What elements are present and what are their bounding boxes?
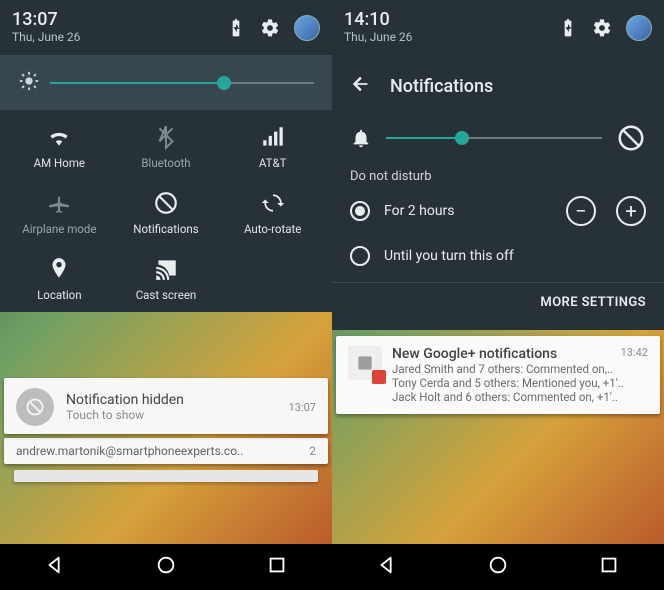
settings-icon[interactable] [592, 18, 612, 38]
nav-home-icon[interactable] [487, 554, 509, 580]
battery-charging-icon [226, 18, 246, 38]
qs-tile-label: Bluetooth [141, 156, 190, 170]
status-bar: 14:10 Thu, June 26 [332, 0, 664, 55]
dnd-option-row[interactable]: Until you turn this off [332, 236, 664, 276]
brightness-icon [18, 70, 40, 96]
screen-left: 13:07 Thu, June 26 AM HomeBluetoothAT&TA… [0, 0, 332, 590]
qs-tile-label: Auto-rotate [244, 222, 301, 236]
gplus-line: Jared Smith and 7 others: Commented on,.… [392, 362, 648, 376]
qs-tile-bt[interactable]: Bluetooth [113, 124, 220, 170]
dnd-option-label: Until you turn this off [384, 248, 514, 264]
loc-icon [46, 256, 72, 282]
cell-icon [260, 124, 286, 150]
nav-home-icon[interactable] [155, 554, 177, 580]
qs-tile-notif[interactable]: Notifications [113, 190, 220, 236]
qs-tile-loc[interactable]: Location [6, 256, 113, 302]
status-date: Thu, June 26 [12, 31, 80, 45]
status-date: Thu, June 26 [344, 31, 412, 45]
status-bar: 13:07 Thu, June 26 [0, 0, 332, 55]
gplus-line: Jack Holt and 6 others: Commented on, +1… [392, 390, 648, 404]
status-time: 13:07 [12, 10, 80, 31]
quick-settings-panel: AM Home Bluetooth AT&T Airplane mode Notific… [0, 110, 332, 312]
nav-recents-icon[interactable] [266, 554, 288, 580]
dnd-section-label: Do not disturb [332, 163, 664, 186]
brightness-row [0, 55, 332, 110]
gplus-title: New Google+ notifications [392, 346, 648, 362]
profile-avatar[interactable] [626, 15, 652, 41]
brightness-slider[interactable] [50, 72, 314, 94]
qs-tile-label: AM Home [34, 156, 85, 170]
email-peek-text: andrew.martonik@smartphoneexperts.co.. [16, 444, 243, 458]
hidden-subtitle: Touch to show [66, 408, 277, 422]
qs-tile-cell[interactable]: AT&T [219, 124, 326, 170]
nav-back-icon[interactable] [44, 554, 66, 580]
qs-tile-label: Location [37, 288, 82, 302]
bt-icon [153, 124, 179, 150]
battery-charging-icon [558, 18, 578, 38]
decrease-button[interactable]: − [566, 196, 596, 226]
notification-volume-slider[interactable] [386, 127, 602, 149]
qs-tile-label: Cast screen [136, 288, 197, 302]
email-peek-card[interactable]: andrew.martonik@smartphoneexperts.co.. 2 [4, 438, 328, 464]
blocked-icon [16, 388, 54, 426]
nav-recents-icon[interactable] [598, 554, 620, 580]
nav-bar [0, 544, 332, 590]
qs-tile-plane[interactable]: Airplane mode [6, 190, 113, 236]
profile-avatar[interactable] [294, 15, 320, 41]
nav-bar [332, 544, 664, 590]
settings-icon[interactable] [260, 18, 280, 38]
qs-tile-label: Notifications [133, 222, 198, 236]
hidden-time: 13:07 [289, 401, 316, 414]
stacked-card-hint [14, 470, 318, 482]
rotate-icon [260, 190, 286, 216]
wifi-icon [46, 124, 72, 150]
cast-icon [153, 256, 179, 282]
gplus-line: Tony Cerda and 5 others: Mentioned you, … [392, 376, 648, 390]
back-icon[interactable] [350, 73, 372, 99]
gplus-icon [348, 346, 382, 380]
notification-hidden-card[interactable]: Notification hidden Touch to show 13:07 [4, 378, 328, 434]
qs-tile-label: Airplane mode [22, 222, 96, 236]
more-settings-button[interactable]: MORE SETTINGS [332, 282, 664, 322]
qs-tile-wifi[interactable]: AM Home [6, 124, 113, 170]
hidden-title: Notification hidden [66, 392, 277, 408]
qs-tile-label: AT&T [259, 156, 287, 170]
dnd-option-label: For 2 hours [384, 203, 455, 219]
plane-icon [46, 190, 72, 216]
email-peek-count: 2 [309, 444, 316, 458]
radio-icon [350, 201, 370, 221]
bell-icon [350, 127, 372, 149]
gplus-notification-card[interactable]: New Google+ notifications Jared Smith an… [336, 336, 660, 414]
dnd-option-row[interactable]: For 2 hours −+ [332, 186, 664, 236]
qs-tile-cast[interactable]: Cast screen [113, 256, 220, 302]
notif-icon [153, 190, 179, 216]
radio-icon [350, 246, 370, 266]
status-time: 14:10 [344, 10, 412, 31]
panel-title: Notifications [390, 76, 493, 97]
screen-right: 14:10 Thu, June 26 Notifications [332, 0, 664, 590]
increase-button[interactable]: + [616, 196, 646, 226]
nav-back-icon[interactable] [376, 554, 398, 580]
notifications-settings-panel: Notifications Do not disturb For 2 hours… [332, 55, 664, 330]
gplus-time: 13:42 [621, 346, 648, 359]
qs-tile-rotate[interactable]: Auto-rotate [219, 190, 326, 236]
mute-icon[interactable] [616, 123, 646, 153]
